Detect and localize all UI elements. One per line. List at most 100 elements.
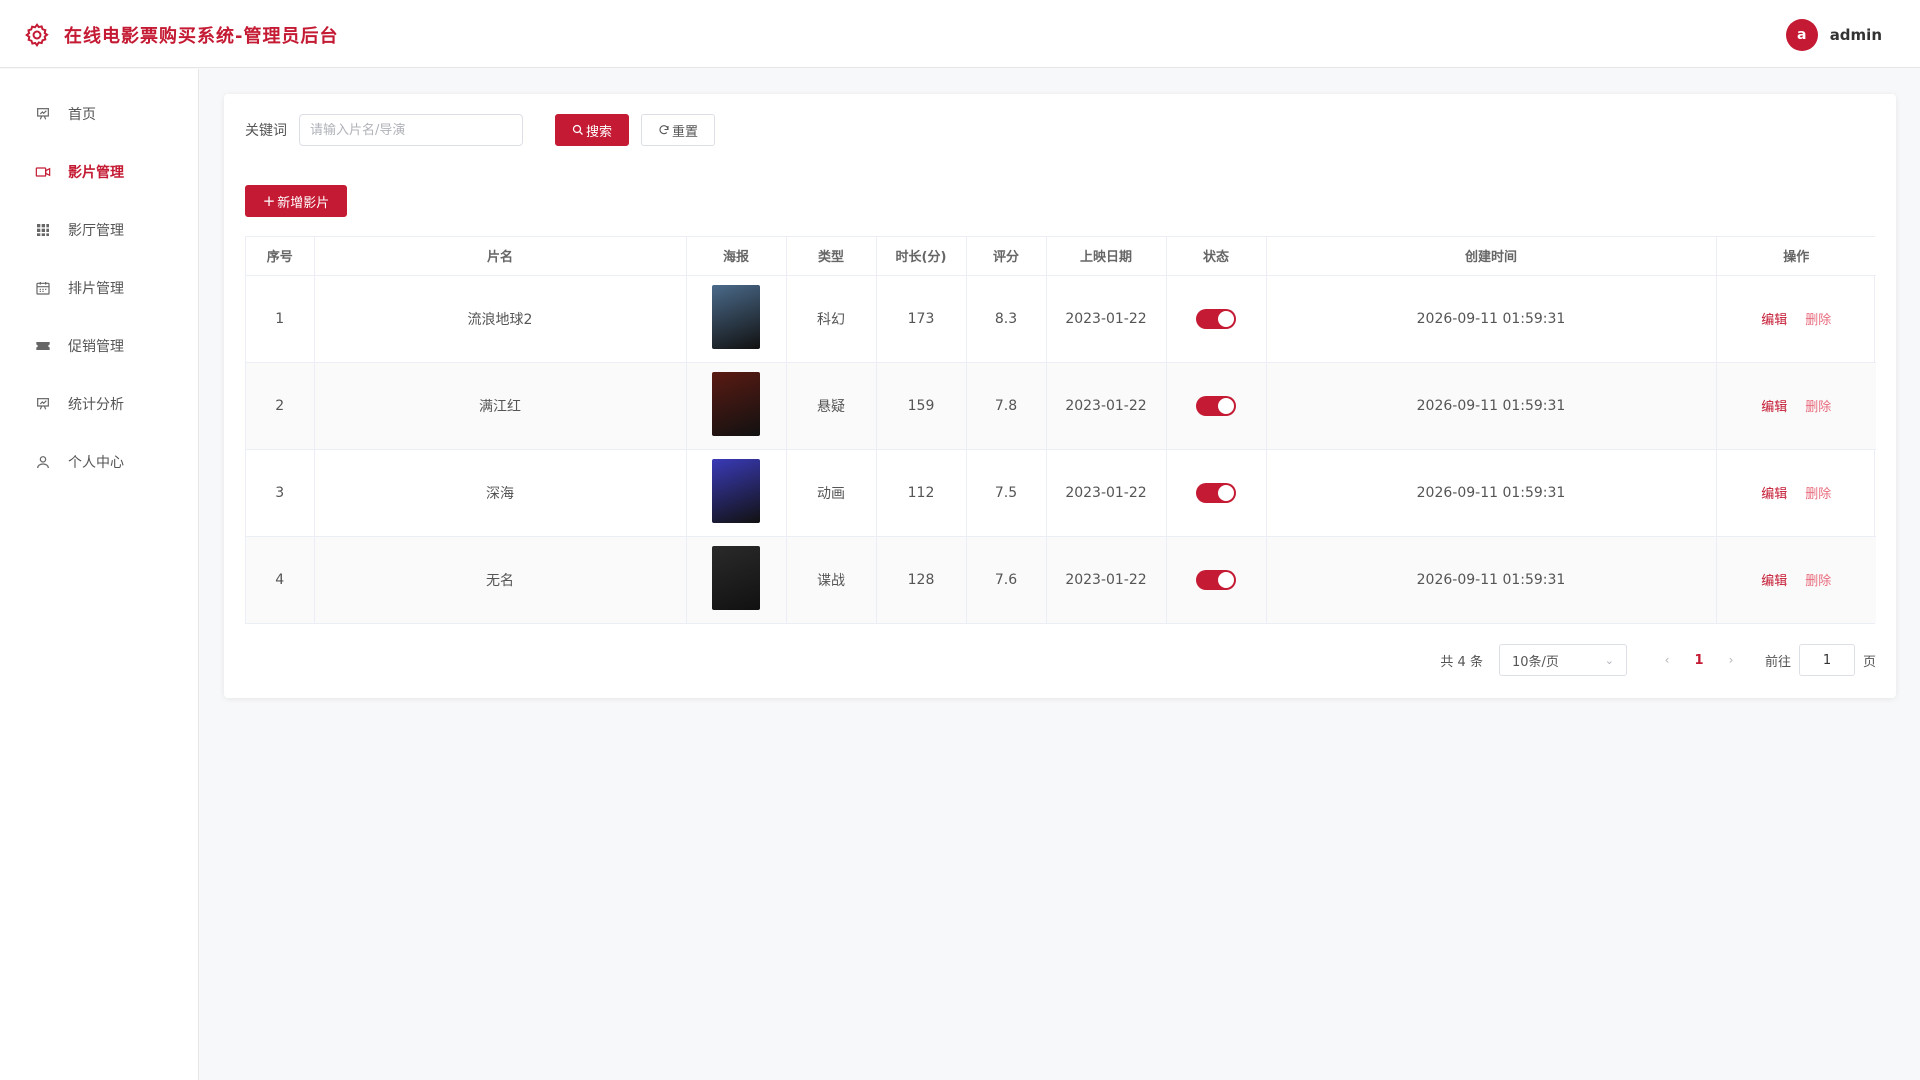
page-size-select[interactable]: 10条/页 ⌄: [1498, 644, 1627, 676]
movie-genre: 悬疑: [786, 362, 877, 450]
movie-release-date: 2023-01-22: [1046, 449, 1167, 537]
user-icon: [34, 453, 52, 471]
status-toggle[interactable]: [1196, 569, 1236, 590]
sidebar-item-6[interactable]: 统计分析: [0, 375, 198, 433]
row-index: 3: [246, 449, 315, 537]
column-header: 类型: [786, 237, 877, 276]
delete-button[interactable]: 删除: [1805, 309, 1831, 328]
created-time: 2026-09-11 01:59:31: [1266, 536, 1717, 623]
table-row: 2 满江红 悬疑 159 7.8 2023-01-22 2026-09-11 01:59:3…: [246, 362, 1876, 450]
status-cell: [1166, 362, 1267, 450]
movie-poster[interactable]: [712, 284, 760, 349]
sidebar-item-label: 统计分析: [68, 397, 124, 413]
edit-button[interactable]: 编辑: [1761, 396, 1787, 415]
table-row: 1 流浪地球2 科幻 173 8.3 2023-01-22 2026-09-11 01:59…: [246, 275, 1876, 363]
movie-duration: 128: [876, 536, 967, 623]
search-icon: [572, 124, 583, 135]
app-title: 在线电影票购买系统-管理员后台: [64, 26, 339, 47]
toggle-knob: [1218, 310, 1234, 327]
sidebar-item-label: 个人中心: [68, 455, 124, 471]
search-bar: 关键词 搜索 重置: [245, 114, 715, 146]
presentation-chart-icon: [34, 105, 52, 123]
movie-name: 满江红: [314, 362, 687, 450]
sidebar-item-label: 首页: [68, 107, 96, 123]
ticket-icon: [34, 337, 52, 355]
movie-poster[interactable]: [712, 545, 760, 610]
movie-genre: 谍战: [786, 536, 877, 623]
edit-button[interactable]: 编辑: [1761, 309, 1787, 328]
sidebar-nav: 首页影片管理影厅管理排片管理促销管理统计分析个人中心: [0, 69, 198, 491]
status-cell: [1166, 275, 1267, 363]
page-size-value: 10条/页: [1511, 654, 1559, 670]
status-toggle[interactable]: [1196, 395, 1236, 416]
username[interactable]: admin: [1830, 26, 1882, 44]
column-header: 序号: [246, 237, 315, 276]
status-toggle[interactable]: [1196, 482, 1236, 503]
status-cell: [1166, 449, 1267, 537]
next-page-icon[interactable]: ›: [1715, 653, 1747, 667]
reset-button-label: 重置: [671, 124, 698, 140]
goto-page-input[interactable]: [1798, 644, 1855, 676]
movie-duration: 159: [876, 362, 967, 450]
search-button[interactable]: 搜索: [555, 114, 629, 146]
presentation-chart-icon: [34, 395, 52, 413]
sidebar-item-1[interactable]: 首页: [0, 85, 198, 143]
movie-poster[interactable]: [712, 371, 760, 436]
page-suffix: 页: [1862, 654, 1876, 670]
movie-name: 无名: [314, 536, 687, 623]
movie-name: 深海: [314, 449, 687, 537]
actions-cell: 编辑 删除: [1716, 362, 1876, 450]
actions-cell: 编辑 删除: [1716, 449, 1876, 537]
edit-button[interactable]: 编辑: [1761, 570, 1787, 589]
table-row: 4 无名 谍战 128 7.6 2023-01-22 2026-09-11 01:59:31…: [246, 536, 1876, 623]
grid-icon: [34, 221, 52, 239]
column-header: 片名: [314, 237, 687, 276]
sidebar-item-2[interactable]: 影片管理: [0, 143, 198, 201]
poster-cell: [686, 449, 787, 537]
sidebar-item-5[interactable]: 促销管理: [0, 317, 198, 375]
created-time: 2026-09-11 01:59:31: [1266, 275, 1717, 363]
edit-button[interactable]: 编辑: [1761, 483, 1787, 502]
sidebar-item-3[interactable]: 影厅管理: [0, 201, 198, 259]
sidebar-item-label: 影片管理: [68, 165, 124, 181]
actions-cell: 编辑 删除: [1716, 536, 1876, 623]
sidebar-item-label: 促销管理: [68, 339, 124, 355]
chevron-down-icon: ⌄: [1604, 653, 1614, 667]
avatar[interactable]: a: [1785, 19, 1818, 51]
poster-cell: [686, 536, 787, 623]
toggle-knob: [1218, 484, 1234, 501]
movie-genre: 科幻: [786, 275, 877, 363]
delete-button[interactable]: 删除: [1805, 483, 1831, 502]
prev-page-icon[interactable]: ‹: [1651, 653, 1683, 667]
column-header: 时长(分): [876, 237, 967, 276]
plus-icon: +: [262, 192, 276, 210]
created-time: 2026-09-11 01:59:31: [1266, 449, 1717, 537]
movie-release-date: 2023-01-22: [1046, 275, 1167, 363]
movie-table: 序号 片名 海报 类型 时长(分) 评分 上映日期 状态 创建时间 操作 1 流浪地球2 科幻 173 8…: [245, 236, 1876, 624]
top-header: 在线电影票购买系统-管理员后台 a admin: [0, 0, 1920, 68]
keyword-input[interactable]: [299, 114, 523, 146]
user-menu[interactable]: a admin: [1785, 19, 1882, 51]
delete-button[interactable]: 删除: [1805, 570, 1831, 589]
sidebar-item-7[interactable]: 个人中心: [0, 433, 198, 491]
sidebar-item-label: 影厅管理: [68, 223, 124, 239]
reset-button[interactable]: 重置: [641, 114, 715, 146]
sidebar-item-label: 排片管理: [68, 281, 124, 297]
refresh-icon: [659, 125, 669, 135]
toggle-knob: [1218, 397, 1234, 414]
sidebar: 首页影片管理影厅管理排片管理促销管理统计分析个人中心: [0, 69, 199, 1080]
movie-duration: 173: [876, 275, 967, 363]
sidebar-item-4[interactable]: 排片管理: [0, 259, 198, 317]
status-toggle[interactable]: [1196, 308, 1236, 329]
goto-label: 前往: [1764, 654, 1791, 670]
table-header-row: 序号 片名 海报 类型 时长(分) 评分 上映日期 状态 创建时间 操作: [246, 237, 1876, 276]
add-movie-button[interactable]: + 新增影片: [245, 185, 347, 217]
actions-cell: 编辑 删除: [1716, 275, 1876, 363]
page-number-current[interactable]: 1: [1683, 653, 1715, 668]
delete-button[interactable]: 删除: [1805, 396, 1831, 415]
movie-poster[interactable]: [712, 458, 760, 523]
column-header: 状态: [1166, 237, 1267, 276]
search-button-label: 搜索: [585, 124, 612, 140]
movie-name: 流浪地球2: [314, 275, 687, 363]
gear-icon: [25, 23, 49, 48]
